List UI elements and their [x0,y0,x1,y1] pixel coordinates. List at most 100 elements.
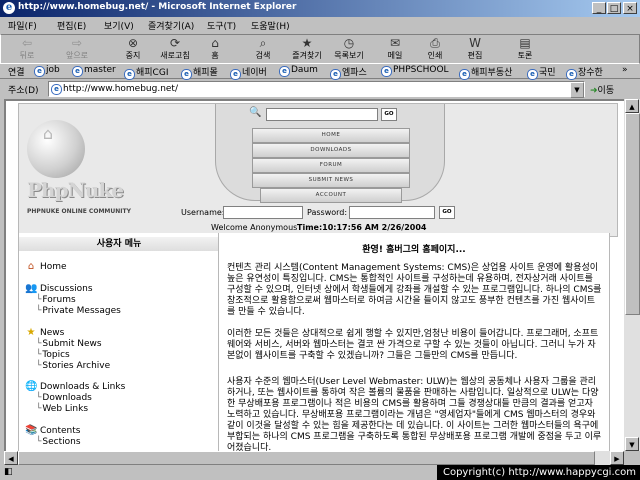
maximize-button[interactable]: □ [607,2,621,14]
house-icon: ⌂ [42,124,54,143]
globe-icon: 🌐 [25,381,38,392]
link-happy-realestate[interactable]: e 해피부동산 [459,65,512,80]
nav-downloads[interactable]: DOWNLOADS [252,143,410,158]
minimize-button[interactable]: _ [592,2,606,14]
address-input[interactable]: e http://www.homebug.net/ ▼ [48,81,585,98]
links-label: 연결 [8,68,25,78]
stop-button[interactable]: ⊗ 중지 [111,37,155,63]
window-title: http://www.homebug.net/ - Microsoft Inte… [18,2,297,12]
refresh-button[interactable]: ⟳ 새로고침 [153,37,197,63]
ie-page-icon: e [330,69,341,80]
search-input[interactable] [266,108,378,121]
search-go-button[interactable]: GO [381,108,397,121]
ie-page-icon: e [381,66,392,77]
menu-favorites[interactable]: 즐겨찾기(A) [148,19,194,32]
discuss-button[interactable]: ▤ 토론 [503,37,547,63]
address-dropdown-button[interactable]: ▼ [570,82,584,98]
ie-page-icon: e [34,66,45,77]
scroll-right-arrow-icon[interactable]: ▶ [610,451,624,465]
page-status-icon: ◧ [4,467,13,477]
sidebar-item-sections[interactable]: └Sections [36,437,81,447]
menu-tools[interactable]: 도구(T) [207,19,236,32]
sidebar-item-stories-archive[interactable]: └Stories Archive [36,361,110,371]
article-paragraph: 사용자 수준의 웹마스터(User Level Webmaster: ULW)는… [227,377,602,451]
sidebar-item-discussions[interactable]: 👥 Discussions [25,283,93,294]
link-kookmin[interactable]: e 국민 [527,65,556,80]
ie-page-icon: e [51,84,62,95]
sidebar-item-downloads[interactable]: └Downloads [36,393,92,403]
horizontal-scrollbar[interactable]: ◀ ▶ [4,451,624,465]
forward-arrow-icon: ⇨ [71,36,83,50]
link-empas[interactable]: e 엠파스 [330,65,367,80]
stop-icon: ⊗ [127,36,139,50]
status-bar: ◧ Copyright(c) http://www.happycgi.com [0,465,640,480]
username-input[interactable] [223,206,303,219]
sidebar-item-forums[interactable]: └Forums [36,295,76,305]
login-go-button[interactable]: GO [439,206,455,219]
sidebar-item-web-links[interactable]: └Web Links [36,404,88,414]
ie-page-icon: e [279,66,290,77]
search-icon: 🔍 [249,107,262,118]
links-overflow-chevron-icon[interactable]: » [622,65,628,75]
ie-page-icon: e [459,69,470,80]
welcome-article: 환영! 홈버그의 홈페이지... 컨텐츠 관리 시스템(Content Mana… [218,233,610,451]
link-happycgi[interactable]: e 해피CGI [124,65,168,80]
menu-view[interactable]: 보기(V) [104,19,134,32]
nav-account[interactable]: ACCOUNT [260,188,402,203]
nav-home[interactable]: HOME [252,128,410,143]
scroll-up-arrow-icon[interactable]: ▲ [625,99,639,113]
toolbar: ⇦ 뒤로 ⇨ 앞으로 ⊗ 중지 ⟳ 새로고침 ⌂ 홈 ⌕ 검색 ★ 즐겨찾기 ◷ 목록보기 ✉ 메… [0,34,640,64]
link-phpschool[interactable]: e PHPSCHOOL [381,65,449,77]
link-daum[interactable]: e Daum [279,65,318,77]
home-icon: ⌂ [211,36,219,50]
back-button[interactable]: ⇦ 뒤로 [5,37,49,63]
search-button[interactable]: ⌕ 검색 [241,37,285,63]
address-label: 주소(D) [8,86,39,96]
ie-logo-icon: e [3,2,15,14]
sidebar-item-news[interactable]: ★ News [25,327,65,338]
article-title: 환영! 홈버그의 홈페이지... [362,245,466,255]
site-logo[interactable]: PhpNuke [27,178,124,202]
sidebar-item-private-messages[interactable]: └Private Messages [36,306,121,316]
ie-page-icon: e [72,66,83,77]
copyright-watermark: Copyright(c) http://www.happycgi.com [436,465,640,480]
sidebar-item-downloads-links[interactable]: 🌐 Downloads & Links [25,381,125,392]
menu-file[interactable]: 파일(F) [8,19,37,32]
server-time: Time:10:17:56 AM 2/26/2004 [297,223,427,232]
scroll-left-arrow-icon[interactable]: ◀ [4,451,18,465]
vertical-scroll-thumb[interactable] [625,113,640,315]
mail-button[interactable]: ✉ 메일 [373,37,417,63]
go-button[interactable]: ➜이동 [590,83,614,96]
link-happymall[interactable]: e 해피몰 [181,65,218,80]
sidebar-item-contents[interactable]: 📚 Contents [25,425,80,436]
home-button[interactable]: ⌂ 홈 [193,37,237,63]
horizontal-scroll-thumb[interactable] [18,451,595,465]
sidebar-item-topics[interactable]: └Topics [36,350,70,360]
nav-forum[interactable]: FORUM [252,158,410,173]
mail-icon: ✉ [389,36,401,50]
books-icon: 📚 [25,425,38,436]
word-edit-icon: W [469,36,481,50]
link-jangsuhan[interactable]: e 장수한 [566,65,603,80]
link-naver[interactable]: e 네이버 [230,65,267,80]
forward-button[interactable]: ⇨ 앞으로 [55,37,99,63]
menu-help[interactable]: 도움말(H) [251,19,290,32]
sidebar-item-home[interactable]: ⌂ Home [25,261,67,272]
close-button[interactable]: × [623,2,637,14]
vertical-scrollbar[interactable]: ▲ ▼ [624,99,640,451]
link-job[interactable]: e job [34,65,60,77]
sidebar-title: 사용자 메뉴 [19,237,219,251]
password-input[interactable] [349,206,435,219]
nav-submit-news[interactable]: SUBMIT NEWS [252,173,410,188]
link-master[interactable]: e master [72,65,116,77]
edit-button[interactable]: W 편집 [453,37,497,63]
menu-edit[interactable]: 편집(E) [57,19,86,32]
password-label: Password: [307,208,348,217]
history-button[interactable]: ◷ 목록보기 [327,37,371,63]
back-arrow-icon: ⇦ [21,36,33,50]
links-bar: 연결 e job e master e 해피CGI e 해피몰 e 네이버 e Daum e… [0,64,640,80]
print-button[interactable]: ⎙ 인쇄 [413,37,457,63]
favorites-button[interactable]: ★ 즐겨찾기 [285,37,329,63]
sidebar-item-submit-news[interactable]: └Submit News [36,339,102,349]
scroll-down-arrow-icon[interactable]: ▼ [625,437,639,451]
